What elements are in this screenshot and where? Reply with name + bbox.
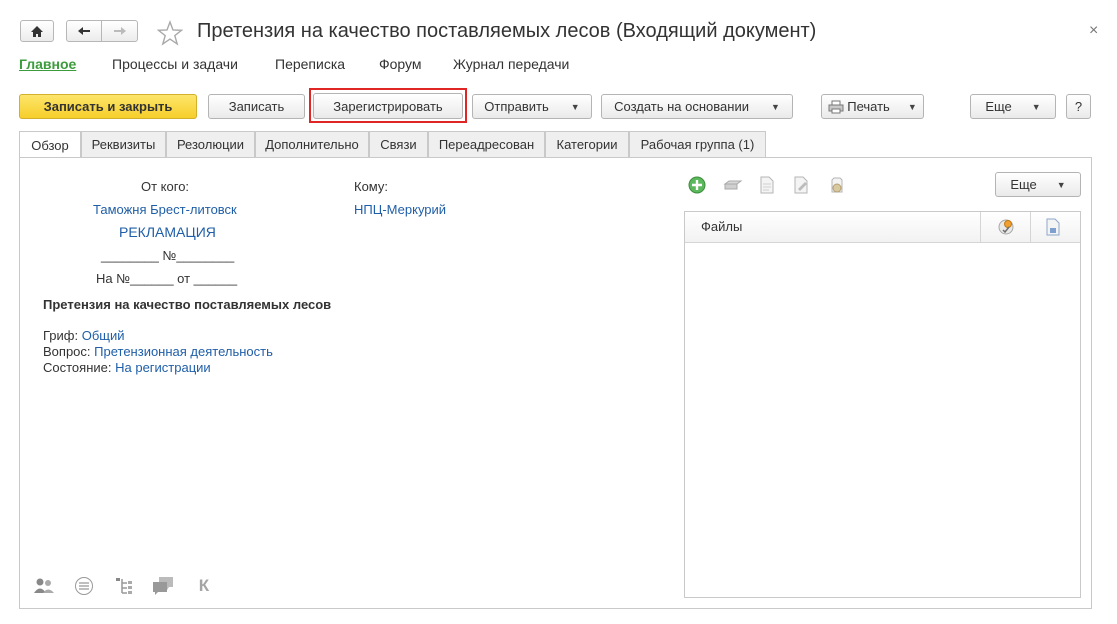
scan-icon xyxy=(723,180,743,190)
tab-requisites[interactable]: Реквизиты xyxy=(81,131,166,157)
help-button[interactable]: ? xyxy=(1066,94,1091,119)
discussion-button[interactable] xyxy=(72,574,96,598)
file-properties-column[interactable] xyxy=(1045,218,1061,239)
star-icon xyxy=(156,20,184,46)
files-column-header[interactable]: Файлы xyxy=(701,219,742,234)
state-label: Состояние: xyxy=(43,360,112,375)
chevron-down-icon: ▼ xyxy=(907,101,917,112)
tab-links[interactable]: Связи xyxy=(369,131,428,157)
tab-additional[interactable]: Дополнительно xyxy=(255,131,369,157)
sign-file-icon xyxy=(831,177,843,193)
home-icon xyxy=(31,25,43,37)
from-value[interactable]: Таможня Брест-литовск xyxy=(93,202,237,217)
send-button[interactable]: Отправить ▼ xyxy=(472,94,592,119)
to-label: Кому: xyxy=(354,179,388,194)
window-title: Претензия на качество поставляемых лесов… xyxy=(197,20,817,42)
chevron-down-icon: ▼ xyxy=(1056,179,1066,190)
tab-redirected[interactable]: Переадресован xyxy=(428,131,545,157)
register-button[interactable]: Зарегистрировать xyxy=(313,93,463,119)
tab-overview[interactable]: Обзор xyxy=(19,131,81,158)
create-based-button[interactable]: Создать на основании ▼ xyxy=(601,94,793,119)
state-row: Состояние: На регистрации xyxy=(43,360,211,375)
grif-value[interactable]: Общий xyxy=(82,328,125,343)
tab-resolutions[interactable]: Резолюции xyxy=(166,131,255,157)
back-button[interactable] xyxy=(66,20,102,42)
question-label: Вопрос: xyxy=(43,344,91,359)
printer-icon xyxy=(828,100,844,113)
chevron-down-icon: ▼ xyxy=(1031,101,1041,112)
arrow-left-icon xyxy=(78,27,90,35)
chevron-down-icon: ▼ xyxy=(570,101,580,112)
tab-workgroup[interactable]: Рабочая группа (1) xyxy=(629,131,766,157)
files-more-button[interactable]: Еще ▼ xyxy=(995,172,1081,197)
grif-row: Гриф: Общий xyxy=(43,328,125,343)
k-letter-icon[interactable]: К xyxy=(192,574,216,598)
question-row: Вопрос: Претензионная деятельность xyxy=(43,344,273,359)
sign-file-button[interactable] xyxy=(826,174,848,196)
comments-icon xyxy=(153,577,173,595)
open-file-button[interactable] xyxy=(756,174,778,196)
column-divider xyxy=(980,212,981,242)
section-main[interactable]: Главное xyxy=(19,56,76,72)
favorite-button[interactable] xyxy=(156,20,184,46)
home-button[interactable] xyxy=(20,20,54,42)
files-more-label: Еще xyxy=(1010,177,1037,192)
close-icon[interactable]: × xyxy=(1089,22,1098,40)
more-label: Еще xyxy=(985,99,1012,114)
registration-number-line: ________ №________ xyxy=(101,248,235,263)
scan-button[interactable] xyxy=(722,174,744,196)
print-label: Печать xyxy=(847,99,890,114)
add-file-icon xyxy=(688,176,706,194)
discussion-icon xyxy=(75,577,93,595)
from-label: От кого: xyxy=(141,179,190,194)
files-table-header: Файлы xyxy=(685,212,1080,243)
to-value[interactable]: НПЦ-Меркурий xyxy=(354,202,446,217)
reply-to-line: На №______ от ______ xyxy=(96,271,238,286)
open-file-icon xyxy=(760,176,774,194)
participants-button[interactable] xyxy=(32,574,56,598)
forward-button[interactable] xyxy=(101,20,138,42)
comments-button[interactable] xyxy=(151,574,175,598)
section-transfer-log[interactable]: Журнал передачи xyxy=(453,56,569,72)
save-and-close-button[interactable]: Записать и закрыть xyxy=(19,94,197,119)
add-file-button[interactable] xyxy=(686,174,708,196)
send-label: Отправить xyxy=(484,99,549,114)
tab-categories[interactable]: Категории xyxy=(545,131,629,157)
column-divider xyxy=(1030,212,1031,242)
signature-status-icon xyxy=(998,219,1014,235)
section-processes[interactable]: Процессы и задачи xyxy=(112,56,238,72)
file-properties-icon xyxy=(1046,218,1060,236)
files-table[interactable]: Файлы xyxy=(684,211,1081,598)
save-button[interactable]: Записать xyxy=(208,94,305,119)
question-value[interactable]: Претензионная деятельность xyxy=(94,344,273,359)
document-type[interactable]: РЕКЛАМАЦИЯ xyxy=(119,224,216,240)
state-value[interactable]: На регистрации xyxy=(115,360,211,375)
edit-file-icon xyxy=(794,176,808,194)
print-button[interactable]: Печать ▼ xyxy=(821,94,924,119)
users-icon xyxy=(34,578,54,593)
structure-button[interactable] xyxy=(112,574,136,598)
arrow-right-icon xyxy=(113,27,126,35)
more-button[interactable]: Еще ▼ xyxy=(970,94,1056,119)
section-forum[interactable]: Форум xyxy=(379,56,422,72)
chevron-down-icon: ▼ xyxy=(770,101,780,112)
create-based-label: Создать на основании xyxy=(614,99,749,114)
subject: Претензия на качество поставляемых лесов xyxy=(43,297,332,312)
signature-status-column[interactable] xyxy=(997,218,1015,239)
grif-label: Гриф: xyxy=(43,328,79,343)
structure-icon xyxy=(116,578,132,594)
section-correspondence[interactable]: Переписка xyxy=(275,56,345,72)
edit-file-button[interactable] xyxy=(791,174,813,196)
